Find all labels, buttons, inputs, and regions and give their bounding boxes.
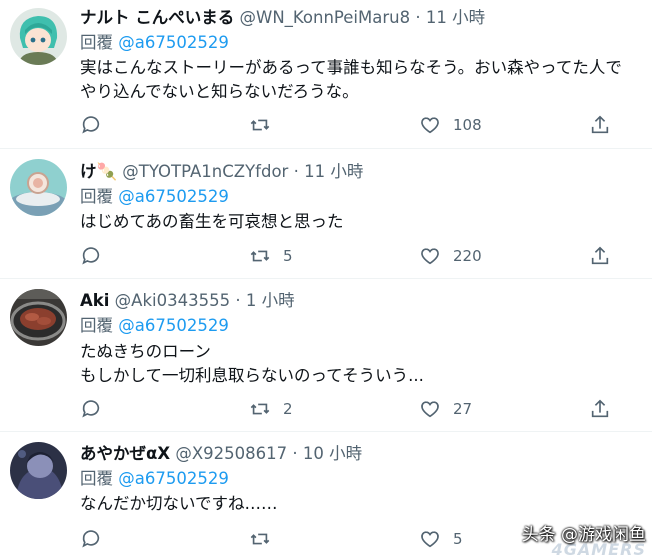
like-count: 27 — [453, 400, 473, 418]
tweet[interactable]: け🍡 @TYOTPA1nCZYfdor · 11 小時 回覆 @a6750252… — [0, 149, 652, 279]
tweet-text-line: なんだか切ないですね…… — [80, 494, 278, 513]
avatar[interactable] — [10, 289, 67, 346]
reply-label: 回覆 — [80, 469, 113, 488]
timestamp[interactable]: 1 小時 — [246, 291, 295, 310]
like-button[interactable]: 5 — [419, 528, 463, 550]
separator: · — [235, 291, 241, 310]
like-count: 108 — [453, 116, 482, 134]
retweet-button[interactable] — [249, 528, 283, 550]
reply-button[interactable] — [80, 398, 114, 420]
display-name[interactable]: ナルト こんぺいまる — [80, 8, 234, 27]
like-icon — [419, 528, 441, 550]
like-icon — [419, 398, 441, 420]
retweet-button[interactable]: 2 — [249, 398, 293, 420]
tweet-text-line: たぬきちのローン — [80, 342, 211, 361]
mention-link[interactable]: @a67502529 — [118, 469, 229, 488]
like-count: 220 — [453, 247, 482, 265]
display-name[interactable]: あやかぜαX — [80, 444, 170, 463]
mention-link[interactable]: @a67502529 — [118, 33, 229, 52]
retweet-icon — [249, 398, 271, 420]
like-button[interactable]: 108 — [419, 114, 482, 136]
retweet-icon — [249, 245, 271, 267]
share-icon — [589, 398, 611, 420]
tweet-text-line: もしかして一切利息取らないのってそういう... — [80, 366, 424, 385]
handle[interactable]: @WN_KonnPeiMaru8 — [240, 8, 411, 27]
separator: · — [293, 162, 299, 181]
retweet-count: 2 — [283, 400, 293, 418]
reply-label: 回覆 — [80, 33, 113, 52]
reply-icon — [80, 398, 102, 420]
reply-icon — [80, 528, 102, 550]
like-icon — [419, 114, 441, 136]
share-icon — [589, 114, 611, 136]
like-button[interactable]: 220 — [419, 245, 482, 267]
retweet-count: 5 — [283, 247, 293, 265]
mention-link[interactable]: @a67502529 — [118, 187, 229, 206]
handle[interactable]: @X92508617 — [175, 444, 287, 463]
tweet-text-line: はじめてあの畜生を可哀想と思った — [80, 212, 344, 231]
watermark: 头条 @游戏闲鱼 — [521, 525, 646, 545]
avatar[interactable] — [10, 159, 67, 216]
like-button[interactable]: 27 — [419, 398, 472, 420]
mention-link[interactable]: @a67502529 — [118, 316, 229, 335]
handle[interactable]: @TYOTPA1nCZYfdor — [122, 162, 288, 181]
separator: · — [292, 444, 298, 463]
share-icon — [589, 245, 611, 267]
reply-button[interactable] — [80, 114, 114, 136]
reply-icon — [80, 245, 102, 267]
display-name[interactable]: け — [80, 162, 97, 181]
retweet-button[interactable]: 5 — [249, 245, 293, 267]
separator: · — [415, 8, 421, 27]
like-count: 5 — [453, 530, 463, 548]
avatar[interactable] — [10, 442, 67, 499]
retweet-icon — [249, 114, 271, 136]
dango-emoji: 🍡 — [96, 162, 118, 181]
timestamp[interactable]: 10 小時 — [303, 444, 362, 463]
tweet-text-line: 実はこんなストーリーがあるって事誰も知らなそう。おい森やってた人で — [80, 58, 622, 77]
share-button[interactable] — [589, 114, 611, 136]
reply-button[interactable] — [80, 245, 114, 267]
share-button[interactable] — [589, 245, 611, 267]
avatar[interactable] — [10, 8, 67, 65]
like-icon — [419, 245, 441, 267]
tweet[interactable]: Aki @Aki0343555 · 1 小時 回覆 @a67502529 たぬき… — [0, 279, 652, 432]
tweet-text-line: やり込んでないと知らないだろうな。 — [80, 82, 359, 101]
tweet[interactable]: ナルト こんぺいまる @WN_KonnPeiMaru8 · 11 小時 回覆 @… — [0, 0, 652, 149]
display-name[interactable]: Aki — [80, 291, 109, 310]
timestamp[interactable]: 11 小時 — [426, 8, 485, 27]
reply-button[interactable] — [80, 528, 114, 550]
reply-label: 回覆 — [80, 187, 113, 206]
retweet-icon — [249, 528, 271, 550]
reply-label: 回覆 — [80, 316, 113, 335]
timestamp[interactable]: 11 小時 — [304, 162, 363, 181]
reply-icon — [80, 114, 102, 136]
share-button[interactable] — [589, 398, 611, 420]
handle[interactable]: @Aki0343555 — [115, 291, 230, 310]
retweet-button[interactable] — [249, 114, 283, 136]
